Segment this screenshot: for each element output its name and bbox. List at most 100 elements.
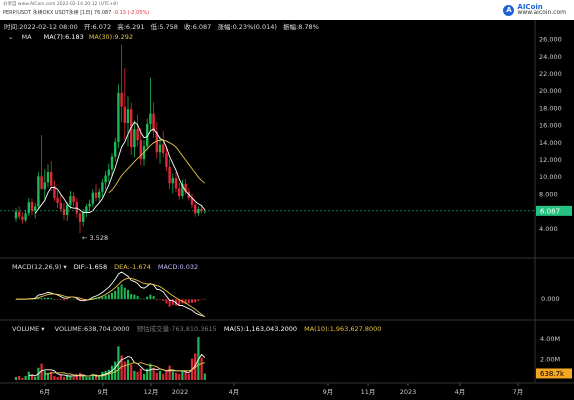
candle-body <box>110 156 114 170</box>
volume-bar <box>181 370 184 380</box>
x-axis-tick: 11月 <box>361 388 376 396</box>
volume-bar <box>123 361 126 380</box>
candle-body <box>62 209 66 216</box>
volume-bar <box>34 376 37 380</box>
volume-bar <box>168 365 171 380</box>
volume-bar <box>14 376 18 380</box>
candle-body <box>136 129 139 141</box>
x-axis-tick: 9月 <box>98 388 109 396</box>
volume-bar <box>171 371 174 380</box>
volume-bar <box>126 359 130 380</box>
candle-body <box>78 213 82 222</box>
macd-histogram-bar <box>40 297 43 300</box>
price-axis-tick: 4.000 <box>539 225 558 233</box>
volume-bar <box>56 376 59 380</box>
price-axis-tick: 18.000 <box>539 104 562 112</box>
macd-histogram-bar <box>120 284 123 300</box>
volume-bar <box>59 374 62 380</box>
x-axis-tick: 4月 <box>229 388 240 396</box>
volume-bar <box>88 376 91 380</box>
volume-bar <box>155 372 158 380</box>
macd-histogram-bar <box>133 294 136 300</box>
volume-bar <box>62 376 66 380</box>
macd-histogram-bar <box>171 299 174 305</box>
candle-body <box>21 216 24 221</box>
current-price-label: 6.087 <box>540 207 560 215</box>
macd-histogram-bar <box>149 294 152 300</box>
candle-body <box>66 204 69 216</box>
candle-body <box>126 109 130 124</box>
volume-bar <box>174 372 178 380</box>
candle-body <box>59 203 62 210</box>
candle-body <box>98 191 101 198</box>
volume-bar <box>43 370 46 380</box>
price-axis-tick: 12.000 <box>539 156 562 164</box>
macd-histogram-bar <box>43 297 46 300</box>
macd-histogram-bar <box>130 294 133 300</box>
macd-histogram-bar <box>63 299 65 301</box>
candle-body <box>120 92 123 107</box>
candle-body <box>14 211 18 219</box>
candle-body <box>174 178 178 189</box>
volume-bar <box>162 373 165 380</box>
macd-histogram-bar <box>152 296 155 300</box>
candle-body <box>114 141 117 157</box>
candle-body <box>149 113 152 124</box>
x-axis-tick: 12月 <box>144 388 159 396</box>
candle-body <box>82 212 85 222</box>
volume-bar <box>82 375 85 380</box>
volume-bar <box>142 373 146 380</box>
macd-histogram-bar <box>107 294 110 300</box>
price-axis-tick: 14.000 <box>539 139 562 147</box>
volume-bar <box>203 373 206 380</box>
volume-bar <box>130 364 133 380</box>
macd-histogram-bar <box>66 299 69 300</box>
macd-histogram-bar <box>101 296 104 300</box>
chart-canvas[interactable]: 26.000 24.000 22.000 20.000 18.000 16.000 14.0… <box>0 0 574 400</box>
candle-body <box>158 144 162 153</box>
macd-histogram-bar <box>146 296 149 300</box>
macd-histogram-bar <box>162 299 165 301</box>
candle-body <box>123 106 126 124</box>
candle-body <box>168 166 171 184</box>
candle-body <box>178 188 181 197</box>
candle-body <box>197 209 200 214</box>
candle-body <box>30 202 34 211</box>
x-axis-tick: 4月 <box>455 388 466 396</box>
candle-body <box>75 202 78 214</box>
macd-histogram-bar <box>143 298 145 300</box>
candle-body <box>104 175 107 183</box>
volume-bar <box>200 357 203 380</box>
price-axis-tick: 22.000 <box>539 70 562 78</box>
x-axis-tick: 6月 <box>40 388 51 396</box>
volume-bar <box>136 371 139 380</box>
macd-histogram-bar <box>117 286 120 300</box>
macd-axis-tick: 0.000 <box>541 295 560 303</box>
volume-bar <box>133 370 136 380</box>
candle-body <box>107 169 110 176</box>
macd-histogram-bar <box>111 292 113 300</box>
candle-body <box>91 192 94 204</box>
macd-histogram-bar <box>104 295 107 300</box>
volume-bar <box>53 375 56 380</box>
candle-body <box>133 129 136 148</box>
price-axis-tick: 10.000 <box>539 173 562 181</box>
volume-bar <box>85 376 88 380</box>
macd-histogram-bar <box>53 299 56 300</box>
macd-histogram-bar <box>114 290 117 300</box>
macd-histogram-bar <box>69 298 72 300</box>
price-axis-tick: 8.000 <box>539 190 558 198</box>
macd-histogram-bar <box>155 299 158 301</box>
candle-body <box>85 206 88 213</box>
current-volume-label: 638.7k <box>540 370 565 378</box>
macd-histogram-bar <box>59 299 62 300</box>
macd-dif-line <box>16 271 205 318</box>
candle-body <box>88 203 91 207</box>
volume-bar <box>94 375 98 380</box>
x-axis-tick: 2023 <box>400 388 417 396</box>
volume-bar <box>30 374 34 380</box>
macd-histogram-bar <box>197 299 200 301</box>
x-axis-tick: 7月 <box>513 388 524 396</box>
macd-histogram-bar <box>194 299 197 303</box>
volume-bar <box>72 376 75 380</box>
